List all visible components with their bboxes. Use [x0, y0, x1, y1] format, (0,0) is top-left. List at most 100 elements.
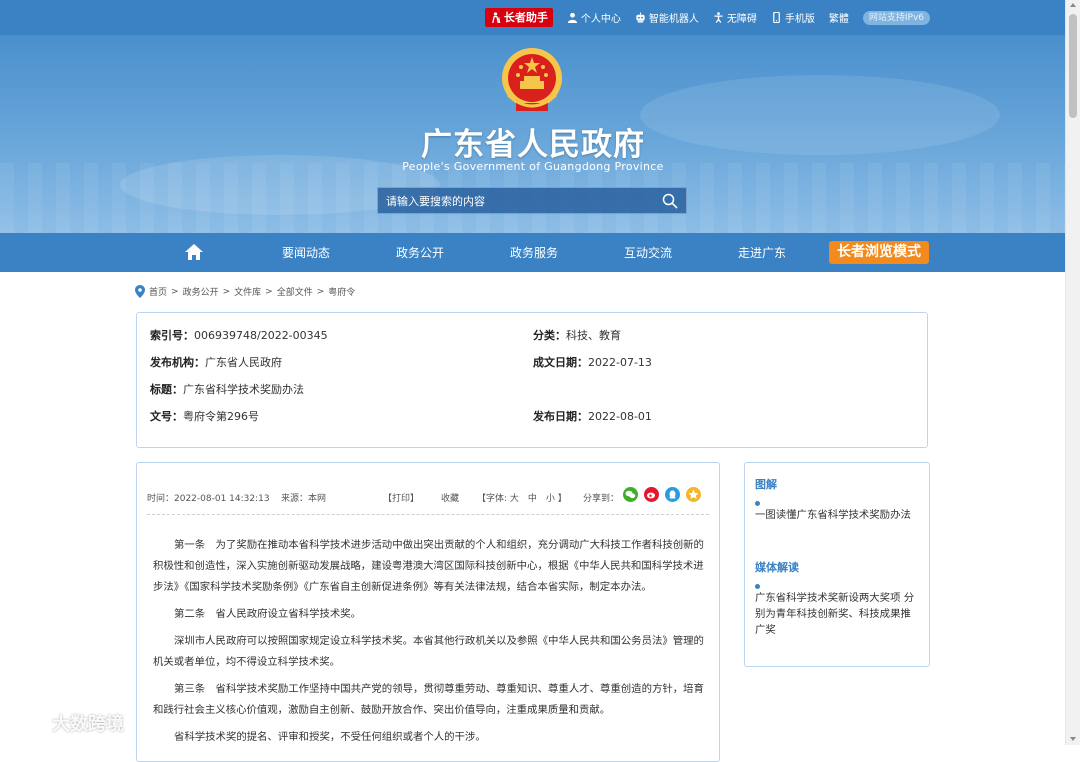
article-paragraph: 深圳市人民政府可以按照国家规定设立科学技术奖。本省其他行政机关以及参照《中华人民…	[153, 635, 704, 668]
main-nav: 要闻动态 政务公开 政务服务 互动交流 走进广东 长者浏览模式	[0, 233, 1066, 272]
info-index-label: 索引号：	[150, 329, 194, 342]
sidebar-link-media[interactable]: 广东省科学技术奖新设两大奖项 分别为青年科技创新奖、科技成果推广奖	[755, 590, 915, 638]
info-title: 标题：广东省科学技术奖励办法	[150, 381, 304, 397]
person-icon	[567, 12, 577, 23]
traditional-chinese-link[interactable]: 繁體	[829, 10, 849, 25]
article-body: 第一条 为了奖励在推动本省科学技术进步活动中做出突出贡献的个人和组织，充分调动广…	[153, 535, 705, 754]
breadcrumb-separator: >	[265, 286, 273, 297]
breadcrumb-file-library[interactable]: 文件库	[234, 285, 261, 298]
elder-icon	[491, 12, 501, 23]
sidebar-section-media: 媒体解读	[755, 561, 799, 574]
traditional-chinese-label: 繁體	[828, 14, 849, 25]
meta-divider	[147, 514, 709, 515]
document-info-box: 索引号：006939748/2022-00345 分类：科技、教育 发布机构：广…	[136, 312, 928, 448]
favorite-link[interactable]: 收藏	[441, 491, 459, 504]
national-emblem-icon	[502, 48, 562, 111]
info-index: 索引号：006939748/2022-00345	[150, 327, 328, 343]
watermark-logo-icon	[9, 716, 46, 731]
ipv6-badge: 网站支持IPv6	[862, 10, 930, 25]
nav-item-about-guangdong[interactable]: 走进广东	[738, 244, 786, 261]
search-icon[interactable]	[662, 193, 678, 209]
info-docno-value: 粤府令第296号	[183, 410, 259, 423]
article-paragraph: 第二条 省人民政府设立省科学技术奖。	[174, 608, 362, 620]
breadcrumb-decree[interactable]: 粤府令	[328, 285, 355, 298]
info-title-value: 广东省科学技术奖励办法	[183, 383, 304, 396]
scroll-down-icon[interactable]	[1070, 737, 1076, 741]
breadcrumb-separator: >	[222, 286, 231, 297]
elder-helper-button[interactable]: 长者助手	[484, 8, 553, 27]
bullet-icon	[755, 501, 760, 506]
accessibility-label: 无障碍	[726, 14, 757, 25]
info-created-value: 2022-07-13	[588, 356, 652, 369]
top-utility-links: 长者助手 个人中心 智能机器人 无障碍 手机版 繁體 网站支持IPv6	[484, 8, 930, 27]
top-utility-bar: 长者助手 个人中心 智能机器人 无障碍 手机版 繁體 网站支持IPv6	[0, 0, 1066, 35]
info-category-value: 科技、教育	[566, 329, 621, 342]
info-category-label: 分类：	[533, 329, 566, 342]
accessibility-icon	[714, 12, 723, 23]
mobile-icon	[773, 12, 780, 23]
breadcrumb-open-government[interactable]: 政务公开	[183, 285, 219, 298]
personal-center-label: 个人中心	[580, 14, 621, 25]
breadcrumb-all-files[interactable]: 全部文件	[277, 285, 313, 298]
breadcrumb: 首页 > 政务公开 > 文件库 > 全部文件 > 粤府令	[135, 285, 355, 298]
nav-item-interaction[interactable]: 互动交流	[624, 244, 672, 261]
site-banner: 广东省人民政府 People's Government of Guangdong…	[0, 35, 1066, 233]
robot-link[interactable]: 智能机器人	[635, 10, 699, 25]
info-published-label: 发布日期：	[533, 410, 588, 423]
scroll-up-icon[interactable]	[1070, 3, 1076, 7]
robot-label: 智能机器人	[648, 14, 699, 25]
article-time: 时间：2022-08-01 14:32:13	[147, 494, 270, 504]
wechat-share-icon[interactable]	[623, 487, 638, 502]
mobile-label: 手机版	[784, 14, 815, 25]
watermark: 大数跨境	[8, 710, 124, 736]
breadcrumb-separator: >	[316, 286, 325, 297]
bullet-icon	[755, 584, 760, 589]
info-created-date: 成文日期：2022-07-13	[533, 354, 652, 370]
sidebar-link-infographic[interactable]: 一图读懂广东省科学技术奖励办法	[755, 507, 915, 523]
sidebar-section-infographic: 图解	[755, 478, 777, 491]
info-index-value: 006939748/2022-00345	[194, 329, 328, 342]
home-icon[interactable]	[184, 243, 204, 261]
search-input[interactable]	[378, 188, 658, 215]
watermark-text: 大数跨境	[52, 714, 124, 735]
info-published-date: 发布日期：2022-08-01	[533, 408, 652, 424]
article-paragraph: 第三条 省科学技术奖励工作坚持中国共产党的领导，贯彻尊重劳动、尊重知识、尊重人才…	[153, 683, 704, 716]
article-panel: 时间：2022-08-01 14:32:13 来源：本网 【打印】 收藏 【字体…	[136, 462, 720, 762]
nav-item-open-government[interactable]: 政务公开	[396, 244, 444, 261]
breadcrumb-separator: >	[171, 286, 179, 297]
info-published-value: 2022-08-01	[588, 410, 652, 423]
scrollbar-thumb[interactable]	[1069, 14, 1077, 118]
print-link[interactable]: 【打印】	[383, 491, 419, 504]
article-paragraph: 第一条 为了奖励在推动本省科学技术进步活动中做出突出贡献的个人和组织，充分调动广…	[153, 539, 704, 593]
weibo-share-icon[interactable]	[644, 487, 659, 502]
robot-icon	[636, 12, 645, 23]
elder-mode-button[interactable]: 长者浏览模式	[829, 241, 929, 264]
share-label: 分享到：	[583, 494, 620, 504]
breadcrumb-home[interactable]: 首页	[149, 285, 167, 298]
info-publisher-value: 广东省人民政府	[205, 356, 282, 369]
nav-item-government-service[interactable]: 政务服务	[510, 244, 558, 261]
page-scrollbar[interactable]	[1065, 0, 1080, 745]
article-source: 来源：本网	[281, 494, 327, 504]
info-publisher: 发布机构：广东省人民政府	[150, 354, 282, 370]
site-title: 广东省人民政府	[421, 127, 645, 163]
site-subtitle: People's Government of Guangdong Provinc…	[402, 160, 664, 173]
nav-item-news[interactable]: 要闻动态	[282, 244, 330, 261]
mobile-link[interactable]: 手机版	[771, 10, 815, 25]
qq-share-icon[interactable]	[665, 487, 680, 502]
elder-helper-label: 长者助手	[503, 11, 548, 24]
info-category: 分类：科技、教育	[533, 327, 621, 343]
search-box	[377, 187, 687, 215]
info-docno-label: 文号：	[150, 410, 183, 423]
accessibility-link[interactable]: 无障碍	[713, 10, 757, 25]
info-publisher-label: 发布机构：	[150, 356, 205, 369]
location-pin-icon	[135, 285, 145, 298]
info-document-number: 文号：粤府令第296号	[150, 408, 259, 424]
personal-center-link[interactable]: 个人中心	[567, 10, 621, 25]
share-icons	[623, 487, 701, 502]
info-created-label: 成文日期：	[533, 356, 588, 369]
info-title-label: 标题：	[150, 383, 183, 396]
qzone-share-icon[interactable]	[686, 487, 701, 502]
font-size-selector[interactable]: 【字体: 大 中 小 】	[477, 491, 567, 504]
related-sidebar: 图解 一图读懂广东省科学技术奖励办法 媒体解读 广东省科学技术奖新设两大奖项 分…	[744, 462, 930, 667]
